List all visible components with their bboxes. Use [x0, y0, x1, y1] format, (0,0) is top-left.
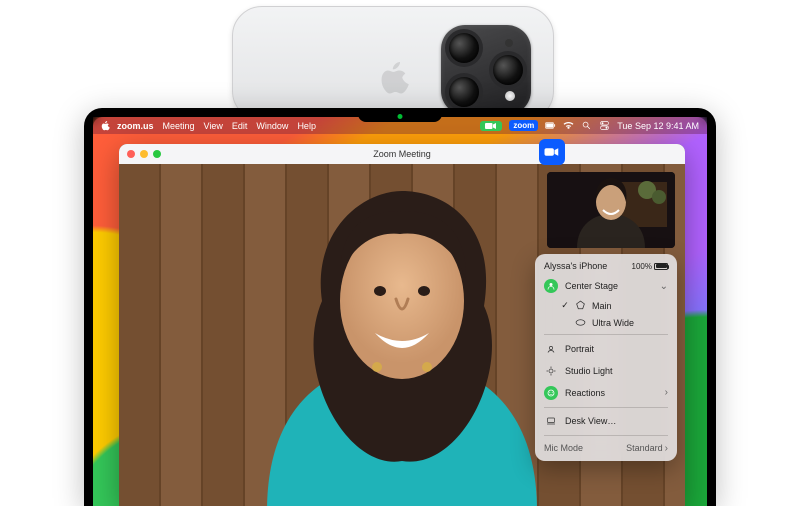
video-effects-panel: Alyssa's iPhone 100% Center Stage ⌄ ✓	[535, 254, 677, 461]
lens-main-label: Main	[592, 301, 612, 311]
studio-light-label: Studio Light	[565, 366, 613, 376]
desk-view-label: Desk View…	[565, 416, 616, 426]
reactions-icon	[544, 386, 558, 400]
iphone-device	[232, 6, 554, 121]
zoom-app-icon[interactable]	[539, 139, 565, 165]
lens-ultrawide-option[interactable]: Ultra Wide	[535, 314, 677, 331]
lidar-icon	[505, 39, 513, 47]
menu-meeting[interactable]: Meeting	[163, 121, 195, 131]
chevron-down-icon: ⌄	[660, 281, 668, 292]
video-area: Alyssa's iPhone 100% Center Stage ⌄ ✓	[119, 164, 685, 506]
battery-icon	[654, 263, 668, 270]
portrait-toggle[interactable]: Portrait	[535, 338, 677, 360]
battery-icon[interactable]	[545, 121, 556, 130]
center-stage-toggle[interactable]: Center Stage ⌄	[535, 275, 677, 297]
zoom-menubar-icon[interactable]: zoom	[509, 120, 538, 131]
control-center-icon[interactable]	[599, 121, 610, 130]
lens-main-option[interactable]: ✓ Main	[535, 297, 677, 314]
desk-view-icon	[544, 414, 558, 428]
zoom-window: Zoom Meeting	[119, 144, 685, 506]
lens-icon	[575, 317, 586, 328]
camera-lens-icon	[493, 55, 523, 85]
self-view[interactable]	[547, 172, 675, 248]
mic-mode-value: Standard	[626, 443, 663, 453]
reactions-toggle[interactable]: Reactions ›	[535, 382, 677, 404]
app-menus: zoom.us Meeting View Edit Window Help	[117, 121, 316, 131]
portrait-label: Portrait	[565, 344, 594, 354]
app-name-menu[interactable]: zoom.us	[117, 121, 154, 131]
menu-window[interactable]: Window	[256, 121, 288, 131]
studio-light-toggle[interactable]: Studio Light	[535, 360, 677, 382]
center-stage-icon	[544, 279, 558, 293]
reactions-label: Reactions	[565, 388, 605, 398]
menu-edit[interactable]: Edit	[232, 121, 248, 131]
studio-light-icon	[544, 364, 558, 378]
display-notch	[358, 108, 442, 122]
device-battery: 100%	[632, 262, 668, 271]
mic-mode-row[interactable]: Mic Mode Standard›	[535, 439, 677, 456]
camera-active-indicator[interactable]	[480, 121, 502, 131]
menubar-clock[interactable]: Tue Sep 12 9:41 AM	[617, 121, 699, 131]
center-stage-label: Center Stage	[565, 281, 618, 291]
mic-mode-label: Mic Mode	[544, 443, 583, 454]
desk-view-button[interactable]: Desk View…	[535, 410, 677, 432]
camera-lens-icon	[449, 77, 479, 107]
macbook-frame: zoom.us Meeting View Edit Window Help zo…	[84, 108, 716, 506]
camera-lens-icon	[449, 33, 479, 63]
portrait-icon	[544, 342, 558, 356]
lens-icon	[575, 300, 586, 311]
menu-view[interactable]: View	[204, 121, 223, 131]
apple-menu-icon[interactable]	[101, 121, 111, 131]
camera-bump	[441, 25, 531, 115]
window-title: Zoom Meeting	[119, 149, 685, 159]
titlebar[interactable]: Zoom Meeting	[119, 144, 685, 164]
checkmark-icon: ✓	[561, 300, 569, 311]
camera-device-name: Alyssa's iPhone	[544, 261, 607, 271]
lens-uw-label: Ultra Wide	[592, 318, 634, 328]
search-icon[interactable]	[581, 121, 592, 130]
wifi-icon[interactable]	[563, 121, 574, 130]
chevron-right-icon: ›	[665, 387, 668, 398]
chevron-right-icon: ›	[665, 443, 668, 454]
apple-logo-icon	[381, 62, 411, 96]
menu-help[interactable]: Help	[297, 121, 316, 131]
flash-icon	[505, 91, 515, 101]
